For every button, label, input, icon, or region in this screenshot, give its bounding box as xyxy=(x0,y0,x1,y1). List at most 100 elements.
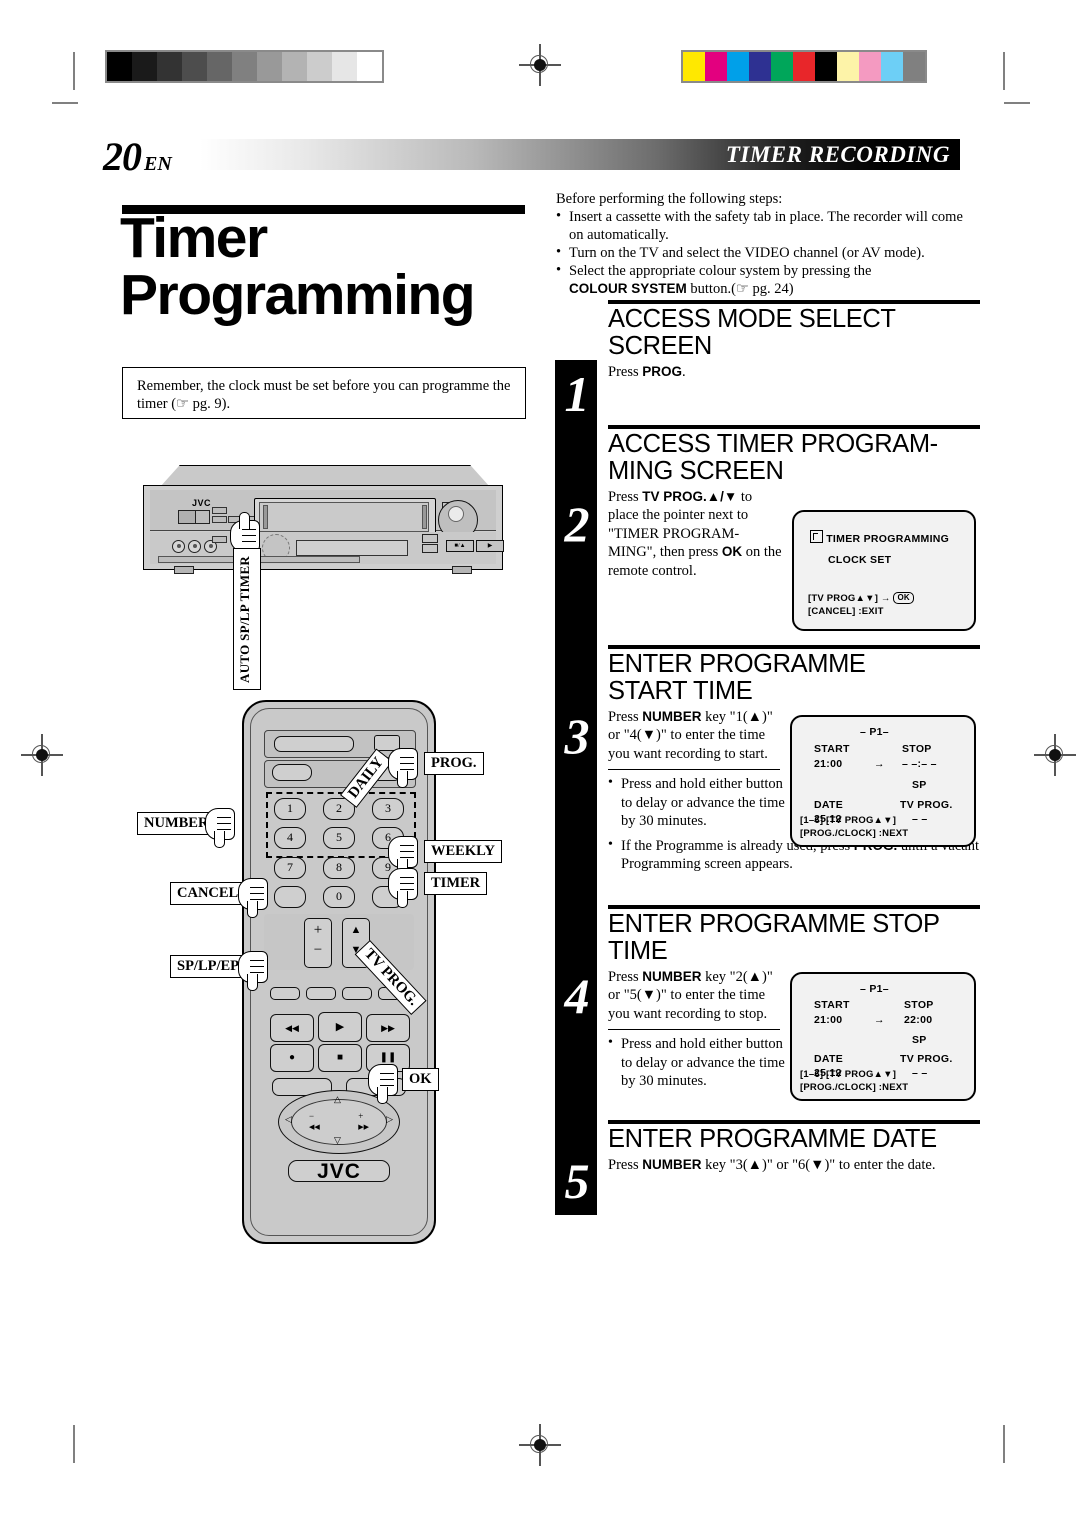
step-number-3: 3 xyxy=(564,708,590,764)
step-number-5: 5 xyxy=(564,1153,590,1209)
clock-note-box: Remember, the clock must be set before y… xyxy=(122,367,526,419)
pointing-hand-timer-icon xyxy=(388,868,418,908)
osd4-date-label: DATE xyxy=(814,1053,844,1065)
remote-rewind-button[interactable]: ◀◀ xyxy=(270,1014,314,1042)
step-3-heading: ENTER PROGRAMME START TIME xyxy=(608,649,866,705)
vcr-brand-logo: JVC xyxy=(192,498,212,508)
remote-cancel-button[interactable] xyxy=(274,886,306,908)
remote-forward-button[interactable]: ▶▶ xyxy=(366,1014,410,1042)
vcr-cassette-slot-inner xyxy=(259,502,429,532)
dpad-left-icon: ◁ xyxy=(285,1114,292,1124)
vcr-small-button-a xyxy=(422,534,438,543)
remote-key-4[interactable]: 4 xyxy=(274,827,306,849)
osd3-stop-label: STOP xyxy=(902,743,932,755)
colour-swatch xyxy=(881,52,903,81)
remote-rocker-zone xyxy=(264,914,414,970)
step-3-body: Press NUMBER key "1(▲)" or "4(▼)" to ent… xyxy=(608,708,773,762)
remote-aux-button[interactable] xyxy=(342,987,372,1000)
vcr-av-jacks xyxy=(172,540,217,553)
page-title-line1: Timer xyxy=(120,206,268,270)
colour-swatch xyxy=(749,52,771,81)
osd4-arrow: → xyxy=(874,1014,885,1026)
remote-key-8[interactable]: 8 xyxy=(323,857,355,879)
remote-label-number: NUMBER xyxy=(137,812,216,835)
osd3-date-label: DATE xyxy=(814,799,844,811)
section-title: TIMER RECORDING xyxy=(725,142,950,167)
remote-record-button[interactable]: ● xyxy=(270,1044,314,1072)
registration-mark-top xyxy=(519,44,561,86)
step-1-body-post: . xyxy=(682,363,686,380)
remote-label-sp-lp-ep: SP/LP/EP xyxy=(170,955,247,978)
vcr-foot-right xyxy=(452,566,472,574)
pointer-hand-icon xyxy=(810,530,823,543)
vcr-upper-section: JVC xyxy=(150,490,496,540)
osd3-speed: SP xyxy=(912,779,927,791)
crop-mark-bottom-left-v xyxy=(73,1425,75,1463)
step-3-divider xyxy=(608,769,780,771)
registration-mark-left xyxy=(21,734,63,776)
vcr-lower-button-1 xyxy=(212,536,227,543)
crop-mark-top-left-v xyxy=(73,52,75,90)
pointing-hand-splpep-icon xyxy=(238,951,268,991)
remote-key-7[interactable]: 7 xyxy=(274,857,306,879)
remote-key-3[interactable]: 3 xyxy=(372,798,404,820)
registration-mark-bottom xyxy=(519,1424,561,1466)
dpad-right-icon: ▷ xyxy=(386,1114,393,1124)
step-number-4: 4 xyxy=(564,968,590,1024)
step-1-body-bold: PROG xyxy=(642,363,683,379)
grayscale-swatch xyxy=(182,52,207,81)
pointing-hand-prog-icon xyxy=(388,748,418,788)
page-number: 20 EN xyxy=(103,133,172,180)
remote-mute-button[interactable] xyxy=(306,987,336,1000)
remote-key-0[interactable]: 0 xyxy=(323,886,355,908)
osd4-start-label: START xyxy=(814,999,850,1011)
colour-swatch xyxy=(859,52,881,81)
remote-volume-rocker[interactable]: + − xyxy=(304,918,332,968)
grayscale-swatch xyxy=(207,52,232,81)
colour-swatch xyxy=(837,52,859,81)
osd4-stop-label: STOP xyxy=(904,999,934,1011)
grayscale-swatch xyxy=(282,52,307,81)
osd3-hint-2: [PROG./CLOCK] :NEXT xyxy=(800,828,909,839)
crop-mark-top-right-v xyxy=(1003,52,1005,90)
dpad-minus-icon: − ◀◀ xyxy=(309,1111,320,1131)
step-4-heading: ENTER PROGRAMME STOP TIME xyxy=(608,909,940,965)
crop-mark-top-right-h xyxy=(1004,102,1030,104)
vcr-mini-button-2 xyxy=(212,516,227,523)
remote-key-1[interactable]: 1 xyxy=(274,798,306,820)
osd4-hint-1: [1–6] [TV PROG▲▼] xyxy=(800,1069,897,1080)
step-1-heading: ACCESS MODE SELECT SCREEN xyxy=(608,304,896,360)
osd3-start-value: 21:00 xyxy=(814,758,843,770)
step-1-body-pre: Press xyxy=(608,363,643,380)
vcr-small-button-b xyxy=(422,544,438,553)
vcr-stop-eject-button: ■/▲ xyxy=(446,540,474,552)
remote-key-5[interactable]: 5 xyxy=(323,827,355,849)
pointing-hand-weekly-icon xyxy=(388,836,418,876)
osd-ok-glyph: OK xyxy=(893,592,914,604)
manual-page: 20 EN TIMER RECORDING Timer Programming R… xyxy=(0,0,1080,1525)
remote-play-button[interactable]: ▶ xyxy=(318,1012,362,1042)
intro-bullet-1: • Insert a cassette with the safety tab … xyxy=(556,208,963,243)
page-title-line2: Programming xyxy=(120,263,476,327)
osd-menu-item-clock-set: CLOCK SET xyxy=(828,554,892,566)
remote-stop-button[interactable]: ■ xyxy=(318,1044,362,1072)
vcr-top-panel xyxy=(160,465,490,487)
step-4-divider xyxy=(608,1029,780,1031)
colour-swatch xyxy=(771,52,793,81)
remote-sp-lp-ep-button[interactable] xyxy=(270,987,300,1000)
dpad-down-icon: ▽ xyxy=(334,1135,341,1145)
step-4-rule xyxy=(608,905,980,909)
remote-label-prog: PROG. xyxy=(424,752,484,775)
step-1-body: Press PROG. xyxy=(608,363,980,382)
step-1-rule xyxy=(608,300,980,304)
vcr-jack-2 xyxy=(188,540,201,553)
osd-mode-select-screen: TIMER PROGRAMMING CLOCK SET [TV PROG▲▼] … xyxy=(792,510,976,631)
grayscale-swatch xyxy=(332,52,357,81)
osd-menu-hint-1-text: [TV PROG▲▼] → xyxy=(808,593,891,604)
grayscale-swatch xyxy=(132,52,157,81)
osd4-stop-value: 22:00 xyxy=(904,1014,933,1026)
crop-mark-top-left-h xyxy=(52,102,78,104)
colour-swatch xyxy=(727,52,749,81)
colour-swatch xyxy=(793,52,815,81)
grayscale-swatch xyxy=(232,52,257,81)
